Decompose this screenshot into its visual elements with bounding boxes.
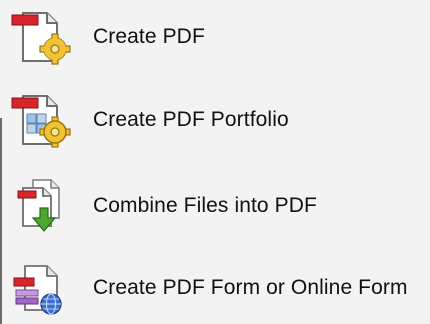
create-pdf-portfolio-icon bbox=[9, 92, 73, 148]
menu-item-label: Combine Files into PDF bbox=[93, 194, 317, 217]
combine-files-icon bbox=[9, 178, 73, 234]
menu-item-create-pdf-form[interactable]: Create PDF Form or Online Form bbox=[0, 259, 430, 317]
menu-item-create-pdf[interactable]: Create PDF bbox=[0, 8, 430, 66]
menu-item-label: Create PDF Form or Online Form bbox=[93, 276, 408, 299]
create-menu-panel: Create PDF Create PDF Portfolio Combine … bbox=[0, 0, 430, 324]
create-pdf-form-icon bbox=[9, 260, 73, 316]
menu-item-label: Create PDF bbox=[93, 25, 205, 48]
create-pdf-icon bbox=[9, 9, 73, 65]
menu-item-combine-files[interactable]: Combine Files into PDF bbox=[0, 177, 430, 235]
menu-item-create-pdf-portfolio[interactable]: Create PDF Portfolio bbox=[0, 91, 430, 149]
menu-item-label: Create PDF Portfolio bbox=[93, 108, 289, 131]
